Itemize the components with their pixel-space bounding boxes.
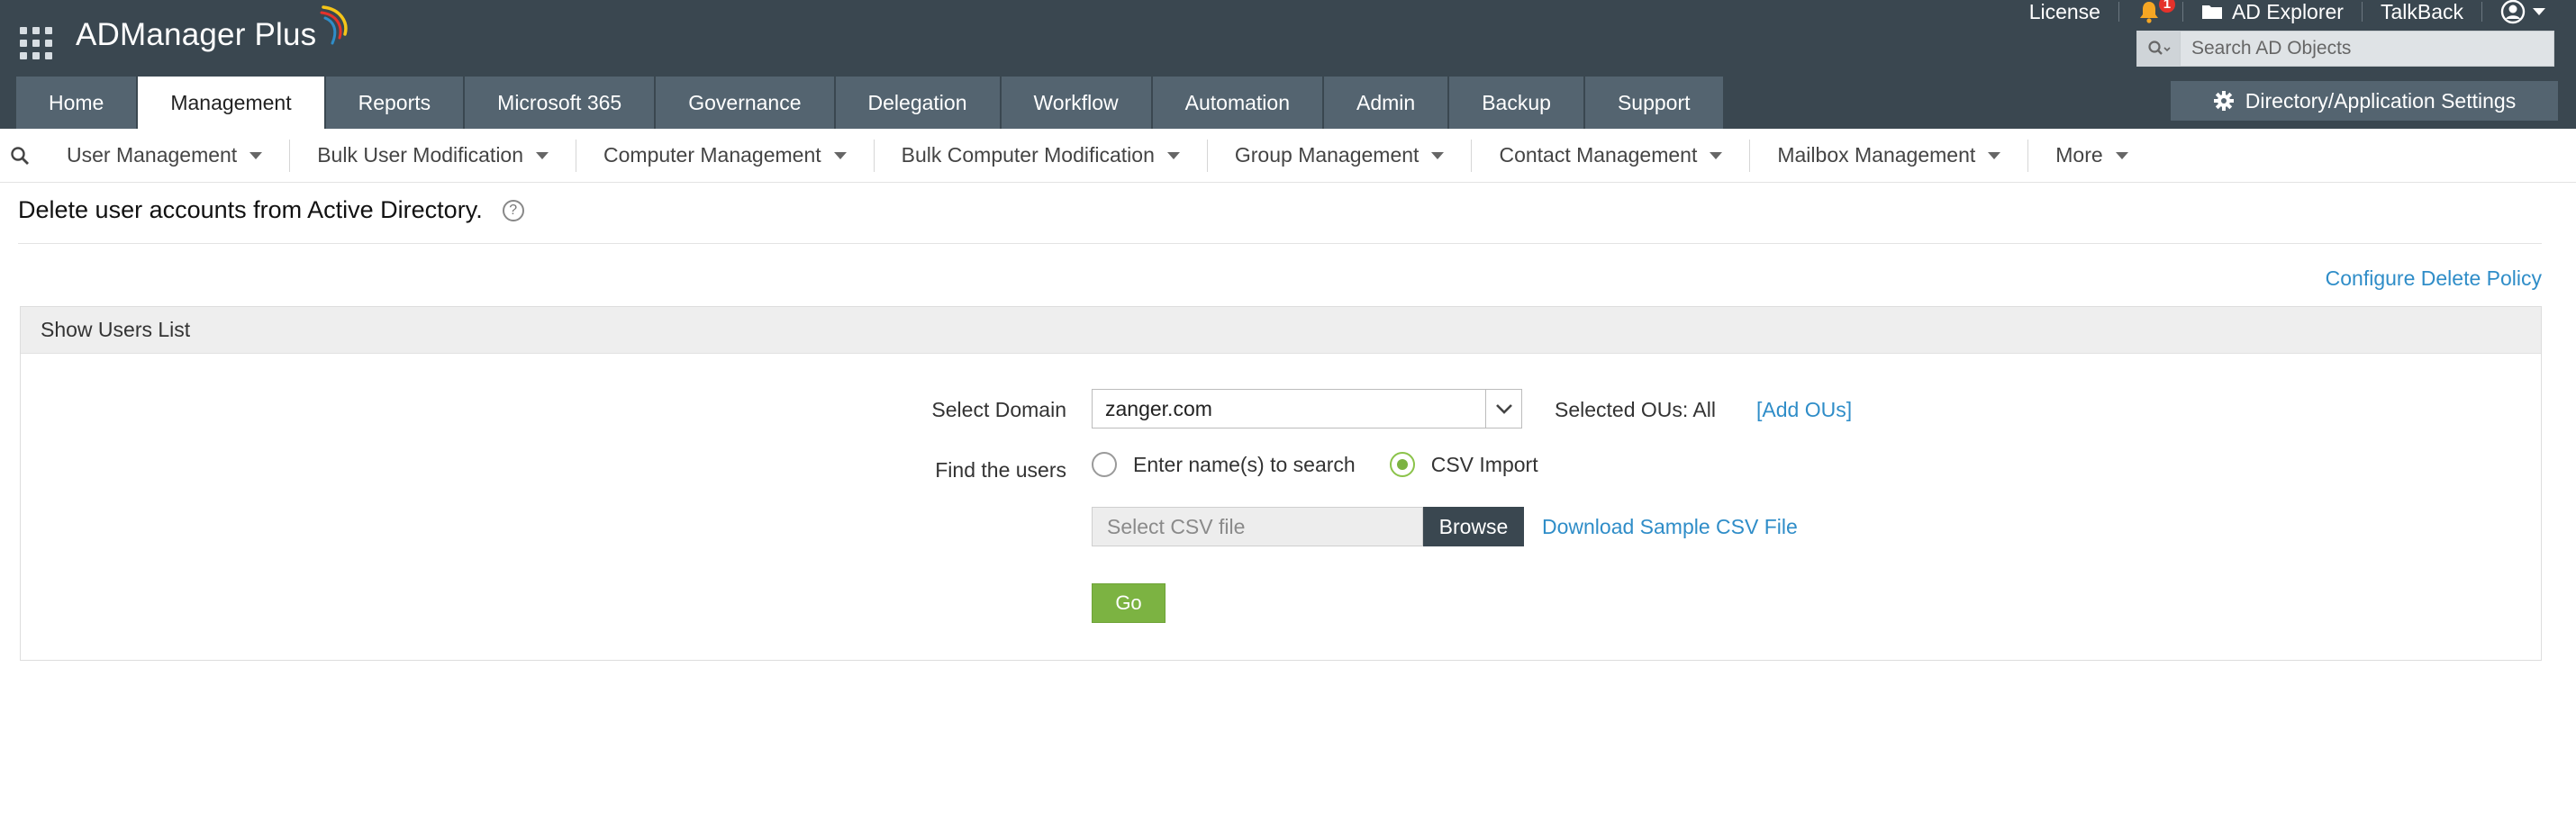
menu-item-label: Bulk User Modification (317, 143, 524, 167)
user-avatar-icon (2500, 0, 2526, 24)
management-menu: User Management Bulk User Modification C… (40, 129, 2155, 183)
chevron-down-icon (536, 151, 549, 159)
tab-label: Management (170, 90, 292, 114)
tab-label: Backup (1482, 90, 1551, 114)
menu-item-label: Mailbox Management (1777, 143, 1976, 167)
menu-contact-management[interactable]: Contact Management (1472, 139, 1751, 172)
chevron-down-icon (1988, 151, 2001, 159)
license-link[interactable]: License (2011, 0, 2118, 24)
chevron-down-icon (1431, 151, 1445, 159)
main-tabs: Home Management Reports Microsoft 365 Go… (16, 77, 1725, 129)
logo-swoosh-icon (320, 5, 348, 45)
menu-user-management[interactable]: User Management (40, 139, 291, 172)
sub-navigation: User Management Bulk User Modification C… (0, 129, 2576, 183)
tab-automation[interactable]: Automation (1152, 77, 1323, 129)
tab-label: Reports (358, 90, 431, 114)
app-logo[interactable]: ADManager Plus (76, 4, 350, 67)
tab-reports[interactable]: Reports (325, 77, 464, 129)
find-users-label: Find the users (935, 458, 1066, 482)
tab-backup[interactable]: Backup (1449, 77, 1583, 129)
tab-workflow[interactable]: Workflow (1001, 77, 1151, 129)
page-title: Delete user accounts from Active Directo… (18, 196, 524, 224)
tab-admin[interactable]: Admin (1324, 77, 1448, 129)
notifications-button[interactable]: 1 (2119, 0, 2182, 23)
find-users-options: Enter name(s) to search CSV Import (1092, 452, 1573, 477)
tab-management[interactable]: Management (138, 77, 324, 129)
ad-objects-search (2136, 31, 2554, 67)
user-menu-button[interactable] (2482, 0, 2563, 24)
settings-button-label: Directory/Application Settings (2245, 88, 2517, 113)
divider (18, 243, 2542, 244)
ad-explorer-label: AD Explorer (2231, 0, 2344, 23)
csv-upload-row: Browse Download Sample CSV File (1092, 507, 1798, 546)
chevron-down-icon (1166, 151, 1180, 159)
tab-governance[interactable]: Governance (656, 77, 834, 129)
menu-search-icon[interactable] (0, 146, 40, 166)
search-input[interactable] (2181, 32, 2553, 66)
radio-csv-import[interactable] (1389, 452, 1415, 477)
tab-label: Admin (1356, 90, 1416, 114)
download-sample-csv-link[interactable]: Download Sample CSV File (1542, 515, 1798, 539)
top-links: License 1 AD Explorer TalkBack (2011, 0, 2563, 24)
menu-computer-management[interactable]: Computer Management (576, 139, 875, 172)
menu-item-label: User Management (67, 143, 238, 167)
menu-item-label: Group Management (1234, 143, 1420, 167)
domain-select[interactable]: zanger.com (1092, 389, 1522, 429)
chevron-down-icon[interactable] (1485, 390, 1521, 428)
chevron-down-icon (2115, 151, 2128, 159)
folder-icon (2201, 5, 2222, 19)
tab-microsoft-365[interactable]: Microsoft 365 (465, 77, 655, 129)
tab-home[interactable]: Home (16, 77, 137, 129)
radio-csv-import-label[interactable]: CSV Import (1431, 453, 1538, 477)
menu-item-label: Contact Management (1499, 143, 1698, 167)
talkback-link[interactable]: TalkBack (2363, 0, 2481, 24)
bell-icon (2139, 2, 2158, 23)
csv-file-input[interactable] (1092, 507, 1423, 546)
tab-label: Governance (688, 90, 802, 114)
menu-bulk-user-modification[interactable]: Bulk User Modification (290, 139, 577, 172)
chevron-down-icon (833, 151, 847, 159)
select-domain-label: Select Domain (931, 398, 1066, 421)
page-title-text: Delete user accounts from Active Directo… (18, 196, 483, 223)
menu-item-label: More (2055, 143, 2103, 167)
menu-item-label: Bulk Computer Modification (901, 143, 1155, 167)
configure-delete-policy-link[interactable]: Configure Delete Policy (2326, 266, 2542, 291)
tab-label: Home (49, 90, 104, 114)
selected-ous-text: Selected OUs: All (1555, 398, 1716, 421)
tab-label: Delegation (867, 90, 967, 114)
chevron-down-icon (249, 151, 263, 159)
show-users-panel: Show Users List (20, 306, 2542, 661)
radio-name-search[interactable] (1092, 452, 1117, 477)
go-button[interactable]: Go (1092, 583, 1166, 623)
tab-label: Microsoft 365 (497, 90, 622, 114)
tab-delegation[interactable]: Delegation (835, 77, 1000, 129)
tab-label: Automation (1184, 90, 1291, 114)
menu-mailbox-management[interactable]: Mailbox Management (1750, 139, 2029, 172)
menu-item-label: Computer Management (603, 143, 821, 167)
menu-bulk-computer-modification[interactable]: Bulk Computer Modification (875, 139, 1208, 172)
radio-name-search-label[interactable]: Enter name(s) to search (1133, 453, 1356, 477)
tab-label: Workflow (1033, 90, 1119, 114)
menu-more[interactable]: More (2028, 140, 2154, 172)
browse-button[interactable]: Browse (1423, 507, 1524, 546)
ad-explorer-link[interactable]: AD Explorer (2183, 0, 2362, 24)
panel-header: Show Users List (21, 307, 2541, 354)
help-icon[interactable]: ? (502, 199, 524, 221)
gear-icon (2213, 91, 2234, 111)
directory-settings-button[interactable]: Directory/Application Settings (2171, 81, 2558, 121)
app-name: ADManager Plus (76, 17, 317, 52)
chevron-down-icon (1710, 151, 1723, 159)
talkback-label: TalkBack (2380, 0, 2463, 23)
app-header: ADManager Plus License 1 AD Explorer Tal… (0, 0, 2576, 129)
search-icon[interactable] (2137, 31, 2181, 67)
menu-group-management[interactable]: Group Management (1208, 139, 1473, 172)
add-ous-link[interactable]: [Add OUs] (1756, 398, 1852, 422)
tab-support[interactable]: Support (1584, 77, 1723, 129)
notification-count-badge: 1 (2158, 0, 2175, 13)
license-label: License (2028, 0, 2100, 23)
chevron-down-icon (2533, 8, 2545, 15)
app-grid-icon[interactable] (20, 27, 52, 59)
tab-label: Support (1617, 90, 1691, 114)
domain-select-value: zanger.com (1105, 396, 1212, 420)
